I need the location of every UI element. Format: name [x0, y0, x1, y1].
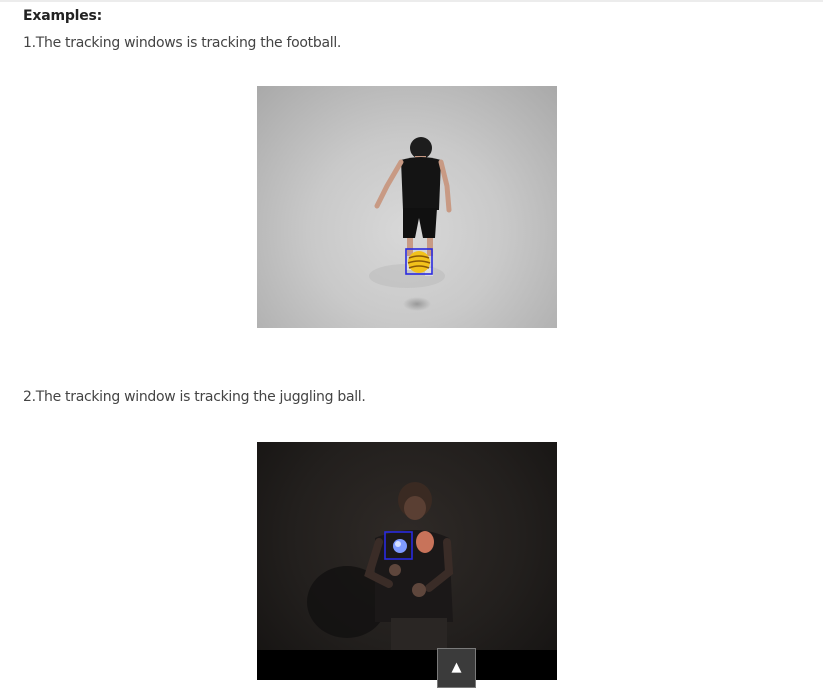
- example-2-caption: 2.The tracking window is tracking the ju…: [23, 389, 366, 405]
- top-border: [0, 0, 823, 2]
- video-letterbox-bar: [257, 650, 557, 680]
- juggling-scene: [257, 482, 557, 680]
- football-tracking-image: [257, 86, 557, 328]
- football-scene: [369, 137, 452, 311]
- examples-heading: Examples:: [23, 8, 103, 24]
- juggler-figure: [364, 482, 454, 652]
- football: [407, 251, 431, 273]
- orange-ball: [416, 531, 434, 553]
- ball-shadow: [403, 297, 431, 311]
- example-1-caption: 1.The tracking windows is tracking the f…: [23, 35, 342, 51]
- scroll-to-top-button[interactable]: ▲: [437, 648, 476, 688]
- ball-highlight: [395, 541, 401, 547]
- up-triangle-icon: ▲: [451, 660, 462, 675]
- juggling-tracking-image: [257, 442, 557, 680]
